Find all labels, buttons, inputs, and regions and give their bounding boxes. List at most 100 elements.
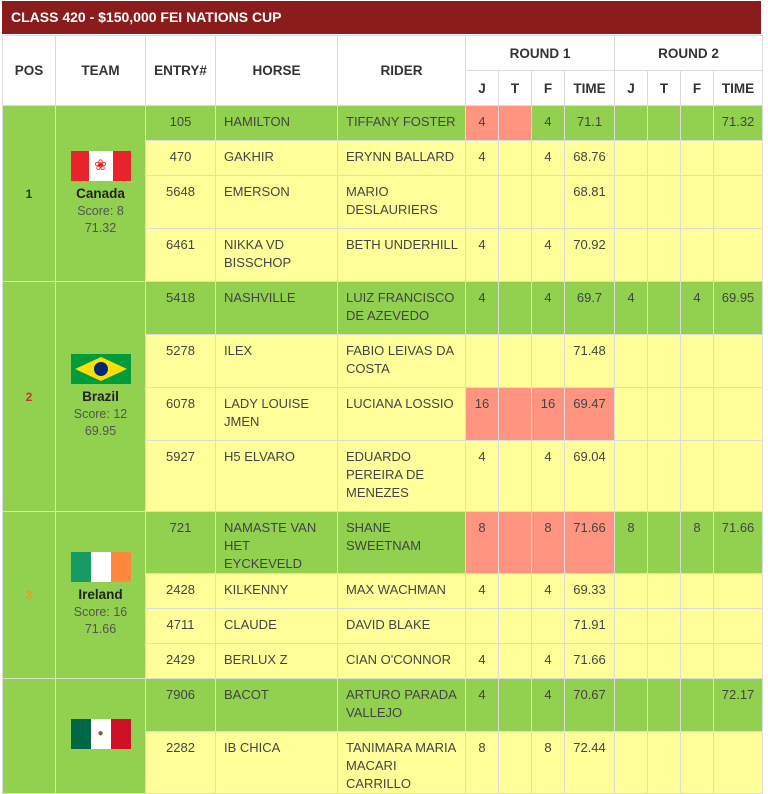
horse-name[interactable]: NIKKA VD BISSCHOP xyxy=(215,228,338,282)
team-name: Brazil xyxy=(82,388,119,404)
team-time: 69.95 xyxy=(84,423,117,438)
rider-name[interactable]: LUIZ FRANCISCO DE AZEVEDO xyxy=(337,281,466,335)
horse-name[interactable]: ILEX xyxy=(215,334,338,388)
entry-number: 105 xyxy=(145,105,216,141)
round1-time: 71.48 xyxy=(563,334,616,388)
header-r1-t: T xyxy=(498,70,532,106)
entry-number: 5278 xyxy=(145,334,216,388)
round1-jump-faults: 4 xyxy=(465,643,499,679)
rider-name[interactable]: FABIO LEIVAS DA COSTA xyxy=(337,334,466,388)
round2-jump-faults xyxy=(614,387,649,441)
round2-total-faults xyxy=(680,334,715,388)
round2-time xyxy=(713,440,764,512)
round1-jump-faults: 16 xyxy=(465,387,499,441)
round2-time: 71.66 xyxy=(713,511,764,574)
round2-jump-faults: 4 xyxy=(614,281,649,335)
team-cell: ● xyxy=(55,678,146,794)
header-rider[interactable]: RIDER xyxy=(337,35,466,106)
round1-time: 70.67 xyxy=(563,678,616,732)
header-r2-f: F xyxy=(680,70,715,106)
horse-name[interactable]: LADY LOUISE JMEN xyxy=(215,387,338,441)
round1-total-faults: 8 xyxy=(531,731,565,794)
rider-name[interactable]: ERYNN BALLARD xyxy=(337,140,466,176)
rider-name[interactable]: SHANE SWEETNAM xyxy=(337,511,466,574)
horse-name[interactable]: CLAUDE xyxy=(215,608,338,644)
entry-number: 5648 xyxy=(145,175,216,229)
round1-time: 69.33 xyxy=(563,573,616,609)
round1-jump-faults: 4 xyxy=(465,440,499,512)
round2-time: 72.17 xyxy=(713,678,764,732)
horse-name[interactable]: GAKHIR xyxy=(215,140,338,176)
horse-name[interactable]: H5 ELVARO xyxy=(215,440,338,512)
horse-name[interactable]: KILKENNY xyxy=(215,573,338,609)
round1-total-faults: 4 xyxy=(531,643,565,679)
horse-name[interactable]: BERLUX Z xyxy=(215,643,338,679)
round1-total-faults: 4 xyxy=(531,573,565,609)
header-pos[interactable]: POS xyxy=(2,35,56,106)
header-horse[interactable]: HORSE xyxy=(215,35,338,106)
round1-time: 68.81 xyxy=(563,175,616,229)
round2-time-faults xyxy=(647,105,682,141)
round1-jump-faults: 8 xyxy=(465,731,499,794)
round2-jump-faults xyxy=(614,175,649,229)
round1-jump-faults: 4 xyxy=(465,140,499,176)
horse-name[interactable]: BACOT xyxy=(215,678,338,732)
mexico-flag-icon: ● xyxy=(70,719,131,749)
round1-jump-faults: 8 xyxy=(465,511,499,574)
horse-name[interactable]: EMERSON xyxy=(215,175,338,229)
table-header: POS TEAM ENTRY# HORSE RIDER ROUND 1 ROUN… xyxy=(2,35,764,106)
header-team[interactable]: TEAM xyxy=(55,35,146,106)
horse-name[interactable]: HAMILTON xyxy=(215,105,338,141)
round2-time-faults xyxy=(647,440,682,512)
class-title: CLASS 420 - $150,000 FEI NATIONS CUP xyxy=(11,9,282,25)
round2-time-faults xyxy=(647,140,682,176)
rider-name[interactable]: MAX WACHMAN xyxy=(337,573,466,609)
round1-time: 69.7 xyxy=(563,281,616,335)
entry-number: 721 xyxy=(145,511,216,574)
horse-name[interactable]: NAMASTE VAN HET EYCKEVELD xyxy=(215,511,338,574)
horse-name[interactable]: NASHVILLE xyxy=(215,281,338,335)
rider-name[interactable]: TIFFANY FOSTER xyxy=(337,105,466,141)
rider-name[interactable]: EDUARDO PEREIRA DE MENEZES xyxy=(337,440,466,512)
round2-total-faults: 4 xyxy=(680,281,715,335)
horse-name[interactable]: IB CHICA xyxy=(215,731,338,794)
round2-jump-faults xyxy=(614,573,649,609)
round2-time-faults xyxy=(647,228,682,282)
rider-name[interactable]: TANIMARA MARIA MACARI CARRILLO xyxy=(337,731,466,794)
round1-jump-faults xyxy=(465,175,499,229)
round1-jump-faults xyxy=(465,608,499,644)
rider-name[interactable]: ARTURO PARADA VALLEJO xyxy=(337,678,466,732)
entry-number: 4711 xyxy=(145,608,216,644)
round1-time: 71.66 xyxy=(563,643,616,679)
team-position xyxy=(2,678,56,794)
team-name: Ireland xyxy=(78,587,123,602)
team-cell: Ireland Score: 16 71.66 xyxy=(55,511,146,679)
round2-jump-faults: 8 xyxy=(614,511,649,574)
round1-time: 71.1 xyxy=(563,105,616,141)
team-score: Score: 16 xyxy=(73,605,128,619)
rider-name[interactable]: MARIO DESLAURIERS xyxy=(337,175,466,229)
round1-total-faults xyxy=(531,175,565,229)
rider-name[interactable]: LUCIANA LOSSIO xyxy=(337,387,466,441)
table-row: 2 Brazil Score: 12 69.95 5418 NASHVILLE LU… xyxy=(2,281,764,512)
round1-time-faults xyxy=(498,731,532,794)
table-row: ● 7906 BACOT ARTURO PARADA VALLEJO 4 4 70.67 7… xyxy=(2,678,764,794)
round1-total-faults: 8 xyxy=(531,511,565,574)
rider-name[interactable]: DAVID BLAKE xyxy=(337,608,466,644)
header-entry[interactable]: ENTRY# xyxy=(145,35,216,106)
entry-number: 6461 xyxy=(145,228,216,282)
rider-name[interactable]: CIAN O'CONNOR xyxy=(337,643,466,679)
round2-jump-faults xyxy=(614,608,649,644)
header-r1-time: TIME xyxy=(563,70,616,106)
header-r1-j: J xyxy=(465,70,499,106)
round2-total-faults xyxy=(680,228,715,282)
round1-time-faults xyxy=(498,440,532,512)
header-round2: ROUND 2 xyxy=(614,35,764,71)
round2-jump-faults xyxy=(614,678,649,732)
round2-total-faults xyxy=(680,105,715,141)
round2-time: 69.95 xyxy=(713,281,764,335)
round1-total-faults xyxy=(531,608,565,644)
rider-name[interactable]: BETH UNDERHILL xyxy=(337,228,466,282)
round2-time-faults xyxy=(647,511,682,574)
round2-time xyxy=(713,334,764,388)
